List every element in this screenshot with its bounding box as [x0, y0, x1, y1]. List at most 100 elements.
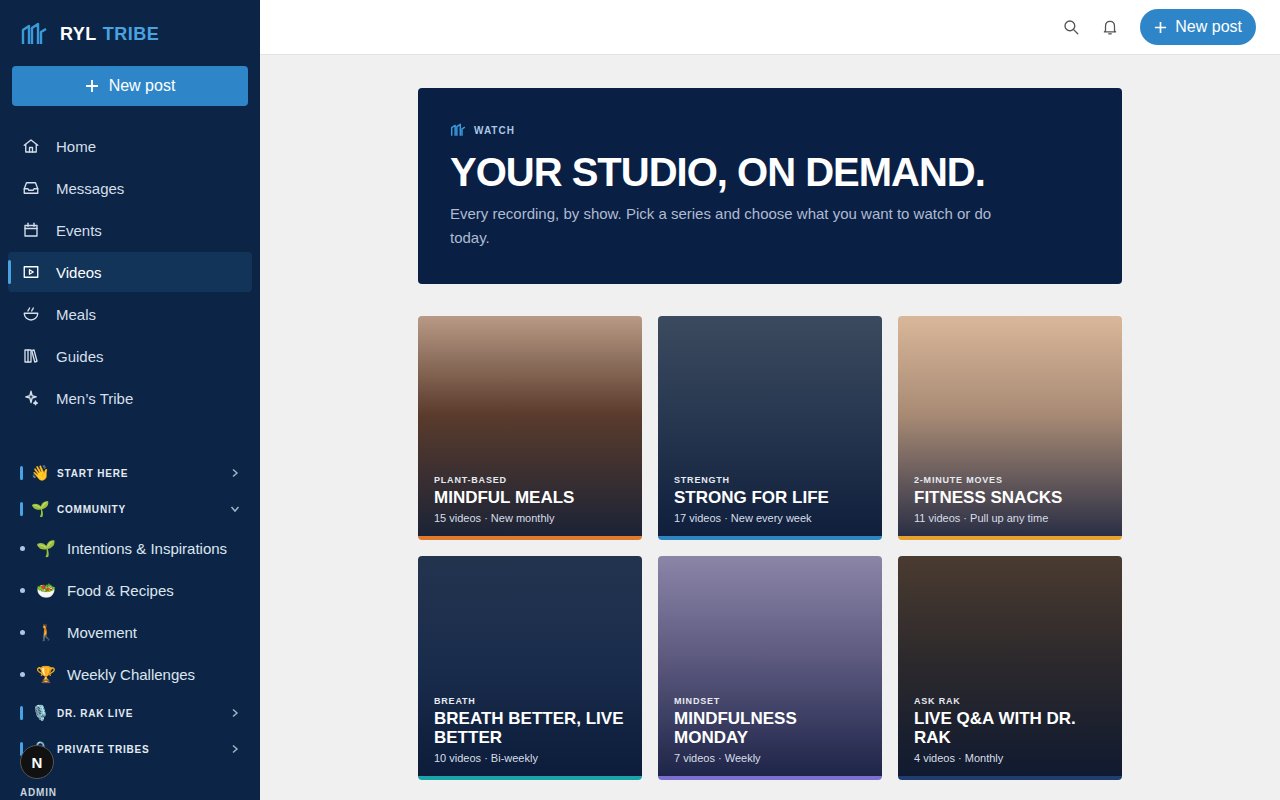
card-title: LIVE Q&A WITH DR. RAK [914, 709, 1106, 747]
card-meta: 10 videos · Bi-weekly [434, 752, 626, 764]
card-title: BREATH BETTER, LIVE BETTER [434, 709, 626, 747]
section-header[interactable]: 🌱 COMMUNITY [0, 491, 260, 527]
card-meta: 4 videos · Monthly [914, 752, 1106, 764]
logo-icon [20, 20, 48, 48]
chevron-icon [230, 744, 240, 754]
plus-icon [1154, 21, 1167, 34]
section-emoji: 🌱 [31, 500, 49, 518]
section-label: PRIVATE TRIBES [57, 744, 222, 755]
bell-icon[interactable] [1101, 18, 1119, 36]
app: RYL TRIBE New post Home Messages Events Videos… [0, 0, 1280, 800]
nav-icon [22, 389, 40, 407]
card-meta: 11 videos · Pull up any time [914, 512, 1106, 524]
section-bar [20, 706, 23, 720]
series-card[interactable]: PLANT-BASED MINDFUL MEALS 15 videos · New … [418, 316, 642, 540]
channel-item[interactable]: 🚶Movement [0, 611, 260, 653]
search-icon[interactable] [1062, 18, 1080, 36]
chevron-icon [230, 708, 240, 718]
nav-icon [22, 137, 40, 155]
card-text: 2-MINUTE MOVESFITNESS SNACKS11 videos · … [898, 475, 1122, 536]
sidebar-section: 👋 START HERE [0, 455, 260, 491]
channel-dot [20, 672, 25, 677]
nav-icon [22, 179, 40, 197]
card-category: BREATH [434, 696, 626, 706]
nav-icon [22, 347, 40, 365]
sidebar-item-label: Messages [56, 180, 124, 197]
sidebar-item-label: Videos [56, 264, 102, 281]
card-title: FITNESS SNACKS [914, 488, 1106, 507]
sidebar: RYL TRIBE New post Home Messages Events Videos… [0, 0, 260, 800]
sidebar-item[interactable]: Meals [8, 294, 252, 334]
sidebar-item[interactable]: Messages [8, 168, 252, 208]
channel-emoji: 🏆 [35, 665, 57, 684]
new-post-button[interactable]: New post [12, 66, 248, 106]
card-category: ASK RAK [914, 696, 1106, 706]
nav-icon [22, 305, 40, 323]
hero-subtitle: Every recording, by show. Pick a series … [450, 202, 1030, 250]
chevron-icon [230, 504, 240, 514]
series-card[interactable]: ASK RAK LIVE Q&A WITH DR. RAK 4 videos · M… [898, 556, 1122, 780]
card-text: PLANT-BASED MINDFUL MEALS 15 videos · New … [418, 475, 642, 536]
channel-emoji: 🌱 [35, 539, 57, 558]
card-title: STRONG FOR LIFE [674, 488, 866, 507]
card-text: BREATH BREATH BETTER, LIVE BETTER 10 video… [418, 696, 642, 776]
card-text: ASK RAK LIVE Q&A WITH DR. RAK 4 videos · M… [898, 696, 1122, 776]
card-title: MINDFUL MEALS [434, 488, 626, 507]
card-title: MINDFULNESS MONDAY [674, 709, 866, 747]
channel-item[interactable]: 🏆Weekly Challenges [0, 653, 260, 695]
hero-title: YOUR STUDIO, ON DEMAND. [450, 148, 1090, 196]
sidebar-nav: Home Messages Events Videos Meals Guides Men’s… [0, 125, 260, 419]
sidebar-item[interactable]: Events [8, 210, 252, 250]
plus-icon [85, 79, 99, 93]
logo-secondary: TRIBE [103, 24, 160, 45]
channel-item[interactable]: 🌱 Intentions & Inspirations [0, 527, 260, 569]
logo-icon [450, 122, 466, 138]
series-card[interactable]: 2-MINUTE MOVESFITNESS SNACKS11 videos · … [898, 316, 1122, 540]
channel-label: Intentions & Inspirations [67, 540, 227, 557]
section-label: COMMUNITY [57, 504, 222, 515]
sidebar-item[interactable]: Videos [8, 252, 252, 292]
channel-item[interactable]: 🥗Food & Recipes [0, 569, 260, 611]
card-category: STRENGTH [674, 475, 866, 485]
logo[interactable]: RYL TRIBE [0, 0, 260, 48]
sidebar-item[interactable]: Guides [8, 336, 252, 376]
sidebar-item-label: Meals [56, 306, 96, 323]
nav-icon [22, 221, 40, 239]
card-meta: 7 videos · Weekly [674, 752, 866, 764]
new-post-label: New post [109, 77, 176, 95]
channel-emoji: 🥗 [35, 581, 57, 600]
hero-eyebrow: WATCH [450, 122, 1090, 138]
card-category: PLANT-BASED [434, 475, 626, 485]
sidebar-item[interactable]: Home [8, 126, 252, 166]
section-label: DR. RAK LIVE [57, 708, 222, 719]
section-emoji: 👋 [31, 464, 49, 482]
card-meta: 15 videos · New monthly [434, 512, 626, 524]
section-header[interactable]: 👋 START HERE [0, 455, 260, 491]
channel-dot [20, 546, 25, 551]
sidebar-section: 🌱 COMMUNITY 🌱 Intentions & Inspirations 🥗Foo… [0, 491, 260, 695]
card-category: MINDSET [674, 696, 866, 706]
logo-primary: RYL [60, 24, 97, 45]
avatar[interactable]: N [20, 745, 54, 779]
sidebar-item-label: Men’s Tribe [56, 390, 133, 407]
series-card[interactable]: STRENGTHSTRONG FOR LIFE17 videos · New e… [658, 316, 882, 540]
card-text: MINDSET MINDFULNESS MONDAY 7 videos · Week… [658, 696, 882, 776]
nav-icon [22, 263, 40, 281]
channel-dot [20, 588, 25, 593]
new-post-button[interactable]: New post [1140, 9, 1256, 45]
section-label: START HERE [57, 468, 222, 479]
sidebar-item[interactable]: Men’s Tribe [8, 378, 252, 418]
series-card[interactable]: MINDSET MINDFULNESS MONDAY 7 videos · Week… [658, 556, 882, 780]
section-bar [20, 466, 23, 480]
card-text: STRENGTHSTRONG FOR LIFE17 videos · New e… [658, 475, 882, 536]
section-header[interactable]: 🎙️ DR. RAK LIVE [0, 695, 260, 731]
series-grid: PLANT-BASED MINDFUL MEALS 15 videos · New … [418, 316, 1122, 780]
channel-label: Movement [67, 624, 137, 641]
chevron-icon [230, 468, 240, 478]
series-card[interactable]: BREATH BREATH BETTER, LIVE BETTER 10 video… [418, 556, 642, 780]
eyebrow-label: WATCH [474, 125, 515, 136]
section-emoji: 🎙️ [31, 704, 49, 722]
topbar: New post [260, 0, 1280, 55]
content: WATCH YOUR STUDIO, ON DEMAND. Every record… [418, 88, 1122, 780]
sidebar-section: 🎙️ DR. RAK LIVE [0, 695, 260, 731]
